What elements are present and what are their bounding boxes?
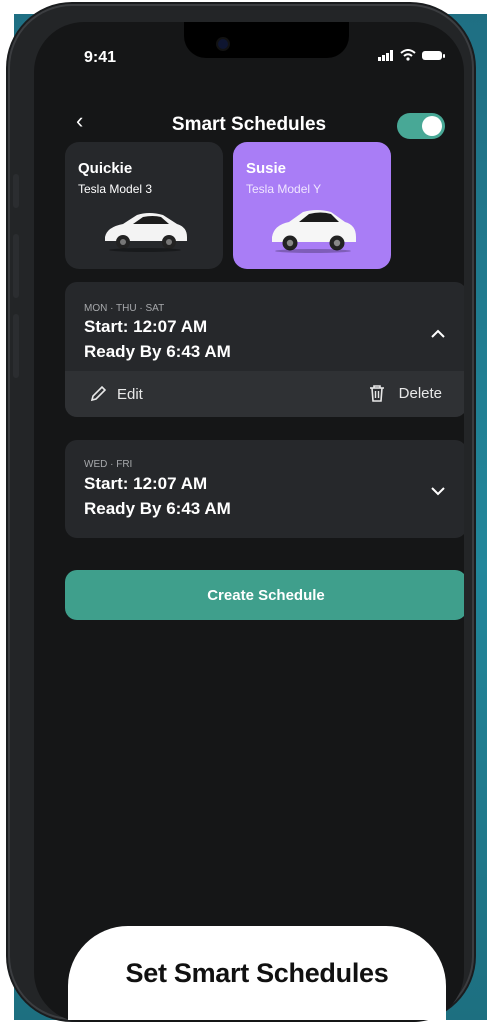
battery-icon (422, 50, 445, 60)
schedule-card-2[interactable]: WED · FRI Start: 12:07 AM Ready By 6:43 … (65, 440, 464, 538)
schedule-days: WED · FRI (84, 459, 133, 470)
schedule-start: Start: 12:07 AM (84, 317, 208, 336)
schedule-ready-by: Ready By 6:43 AM (84, 342, 231, 361)
delete-label: Delete (398, 384, 442, 402)
signal-icon (378, 49, 393, 61)
car-image (272, 210, 356, 253)
trash-icon (369, 385, 384, 402)
status-time: 9:41 (84, 49, 117, 66)
vehicle-card-susie[interactable]: Susie Tesla Model Y (233, 142, 391, 269)
chevron-down-icon[interactable] (431, 480, 445, 501)
schedule-days: MON · THU · SAT (84, 303, 165, 314)
car-image (105, 213, 187, 252)
toggle-knob (422, 116, 442, 136)
wifi-icon (400, 49, 416, 61)
delete-button[interactable]: Delete (367, 383, 442, 403)
vehicle-model: Tesla Model Y (246, 182, 322, 196)
schedule-card-1[interactable]: MON · THU · SAT Start: 12:07 AM Ready By… (65, 282, 464, 417)
smart-schedules-toggle[interactable] (397, 113, 445, 139)
volume-up-button (13, 234, 19, 298)
vehicle-model: Tesla Model 3 (78, 182, 153, 196)
create-schedule-button[interactable]: Create Schedule (65, 570, 464, 620)
schedule-actions: Edit Delete (65, 371, 464, 417)
front-camera (218, 39, 228, 49)
vehicle-card-quickie[interactable]: Quickie Tesla Model 3 (65, 142, 223, 269)
status-icons (378, 49, 445, 61)
vehicle-name: Quickie (78, 160, 133, 177)
chevron-up-icon[interactable] (431, 322, 445, 343)
volume-down-button (13, 314, 19, 378)
app-screen: 9:41 ‹ Smart Schedules Quickie Tesla Mod… (34, 22, 464, 1022)
notch (184, 22, 349, 58)
caption-banner: Set Smart Schedules (68, 926, 446, 1020)
vehicle-name: Susie (246, 160, 287, 177)
phone-frame: 9:41 ‹ Smart Schedules Quickie Tesla Mod… (8, 4, 474, 1022)
pencil-icon (90, 385, 107, 402)
mute-switch (13, 174, 19, 208)
edit-button[interactable]: Edit (89, 385, 143, 403)
schedule-ready-by: Ready By 6:43 AM (84, 499, 231, 518)
edit-label: Edit (117, 385, 143, 403)
schedule-start: Start: 12:07 AM (84, 474, 208, 493)
